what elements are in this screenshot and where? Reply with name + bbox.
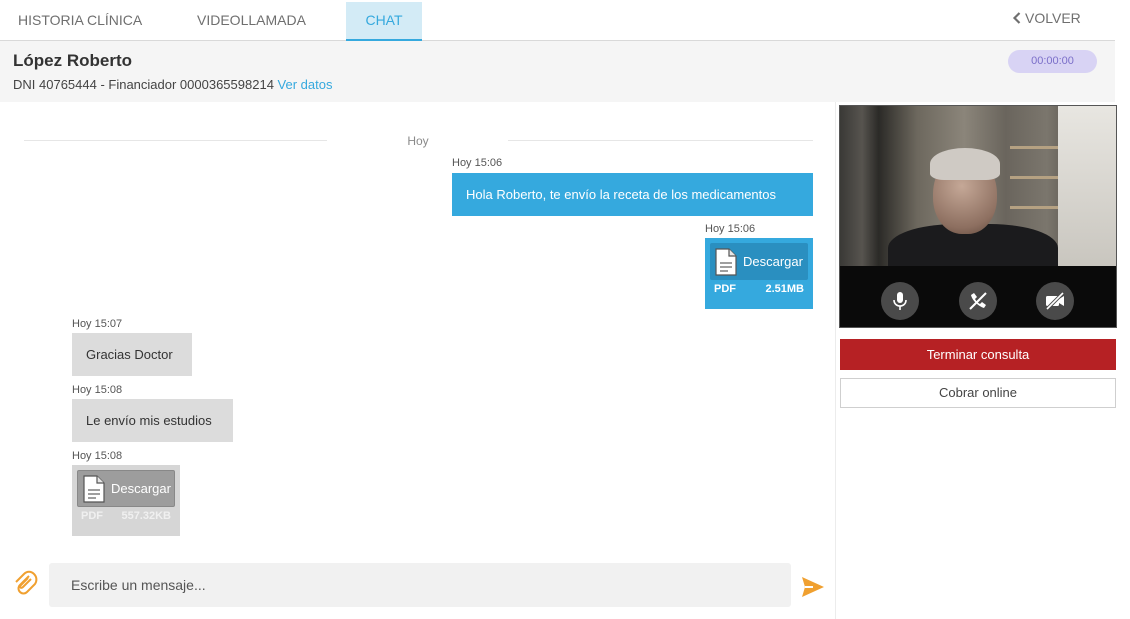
patient-header: López Roberto DNI 40765444 - Financiador… <box>0 41 1115 102</box>
phone-off-icon <box>969 292 987 310</box>
attach-icon[interactable] <box>12 570 38 596</box>
video-off-icon <box>1045 291 1065 311</box>
message-time: Hoy 15:08 <box>72 384 123 396</box>
mute-button[interactable] <box>881 282 919 320</box>
file-attachment-incoming: Descargar PDF 557.32KB <box>72 465 180 536</box>
day-label: Hoy <box>407 134 429 148</box>
message-time: Hoy 15:07 <box>72 318 123 330</box>
chat-panel: Hoy Hoy 15:06 Hola Roberto, te envío la … <box>0 102 836 619</box>
document-icon <box>83 474 105 503</box>
message-bubble-incoming: Gracias Doctor <box>72 333 192 376</box>
message-input[interactable] <box>49 563 791 607</box>
tab-bar: HISTORIA CLÍNICA VIDEOLLAMADA CHAT VOLVE… <box>0 0 1115 41</box>
end-call-button[interactable] <box>959 282 997 320</box>
patient-id-text: DNI 40765444 - Financiador 0000365598214 <box>13 77 274 92</box>
message-time: Hoy 15:06 <box>452 157 503 169</box>
ver-datos-link[interactable]: Ver datos <box>278 77 333 92</box>
back-label: VOLVER <box>1025 10 1081 26</box>
download-button[interactable]: Descargar <box>77 470 175 507</box>
scene-window <box>1058 106 1116 266</box>
file-type: PDF <box>81 510 103 522</box>
message-time: Hoy 15:08 <box>72 450 123 462</box>
download-label: Descargar <box>111 481 171 496</box>
message-time: Hoy 15:06 <box>705 223 756 235</box>
video-toggle-button[interactable] <box>1036 282 1074 320</box>
tab-historia-clinica[interactable]: HISTORIA CLÍNICA <box>18 2 148 41</box>
charge-online-button[interactable]: Cobrar online <box>840 378 1116 408</box>
back-button[interactable]: VOLVER <box>1012 10 1081 26</box>
chevron-left-icon <box>1012 12 1021 24</box>
download-button[interactable]: Descargar <box>710 243 808 280</box>
download-label: Descargar <box>743 254 803 269</box>
document-icon <box>715 247 737 276</box>
patient-name: López Roberto <box>13 51 132 70</box>
end-consultation-button[interactable]: Terminar consulta <box>840 339 1116 370</box>
file-meta: PDF 557.32KB <box>81 510 171 522</box>
video-stream <box>840 106 1116 266</box>
tab-chat[interactable]: CHAT <box>346 2 422 41</box>
file-size: 557.32KB <box>121 510 171 522</box>
call-controls <box>840 266 1116 327</box>
message-bubble-incoming: Le envío mis estudios <box>72 399 233 442</box>
file-attachment-outgoing: Descargar PDF 2.51MB <box>705 238 813 309</box>
microphone-icon <box>893 292 907 310</box>
file-meta: PDF 2.51MB <box>714 283 804 295</box>
file-type: PDF <box>714 283 736 295</box>
video-preview <box>839 105 1117 328</box>
patient-info: DNI 40765444 - Financiador 0000365598214… <box>13 77 332 92</box>
message-bubble-outgoing: Hola Roberto, te envío la receta de los … <box>452 173 813 216</box>
day-divider-right <box>508 140 813 141</box>
tab-videollamada[interactable]: VIDEOLLAMADA <box>197 2 317 41</box>
send-icon[interactable] <box>801 576 825 598</box>
call-timer: 00:00:00 <box>1008 50 1097 73</box>
day-divider-left <box>24 140 327 141</box>
file-size: 2.51MB <box>765 283 804 295</box>
scene-person-hair <box>930 148 1000 180</box>
